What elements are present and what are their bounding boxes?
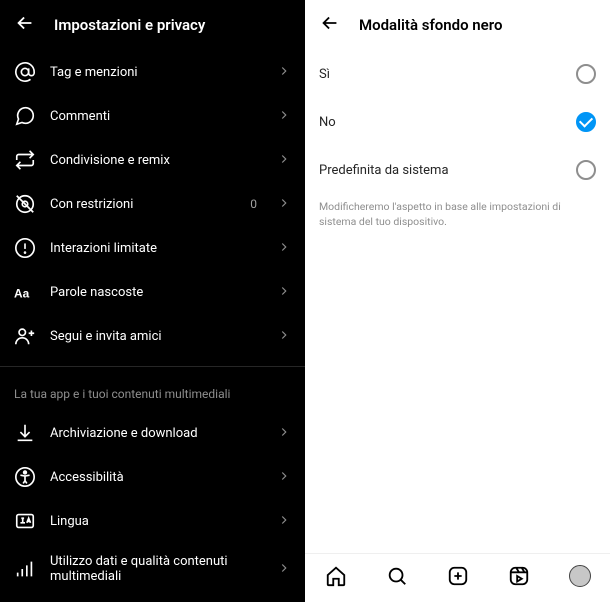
hint-text: Modificheremo l'aspetto in base alle imp…: [319, 194, 596, 235]
option-yes[interactable]: Sì: [319, 50, 596, 98]
option-system[interactable]: Predefinita da sistema: [319, 146, 596, 194]
chevron-right-icon: [277, 63, 291, 82]
menu-item-restricted[interactable]: Con restrizioni 0: [0, 182, 305, 226]
limited-icon: [14, 237, 36, 259]
comment-icon: [14, 105, 36, 127]
radio-icon: [576, 160, 596, 180]
menu-label: Con restrizioni: [50, 197, 236, 212]
count-badge: 0: [250, 197, 257, 211]
remix-icon: [14, 149, 36, 171]
menu-item-tags[interactable]: Tag e menzioni: [0, 50, 305, 94]
chevron-right-icon: [277, 424, 291, 443]
menu-label: Condivisione e remix: [50, 153, 263, 168]
chevron-right-icon: [277, 512, 291, 531]
menu-item-language[interactable]: Lingua: [0, 499, 305, 543]
menu-label: Archiviazione e download: [50, 426, 263, 441]
chevron-right-icon: [277, 468, 291, 487]
menu-item-sharing[interactable]: Condivisione e remix: [0, 138, 305, 182]
dark-mode-title: Modalità sfondo nero: [359, 16, 502, 34]
download-icon: [14, 422, 36, 444]
chevron-right-icon: [277, 283, 291, 302]
menu-item-hidden-words[interactable]: Aa Parole nascoste: [0, 270, 305, 314]
hidden-words-icon: Aa: [14, 281, 36, 303]
menu-label: Tag e menzioni: [50, 65, 263, 80]
back-arrow-icon[interactable]: [319, 12, 341, 38]
svg-text:Aa: Aa: [14, 287, 30, 301]
section-header-app: La tua app e i tuoi contenuti multimedia…: [0, 366, 305, 411]
menu-item-data-usage[interactable]: Utilizzo dati e qualità contenuti multim…: [0, 543, 305, 595]
menu-label: Lingua: [50, 514, 263, 529]
settings-panel: Impostazioni e privacy Tag e menzioni Co…: [0, 0, 305, 602]
menu-item-follow-invite[interactable]: Segui e invita amici: [0, 314, 305, 358]
menu-label: Interazioni limitate: [50, 241, 263, 256]
menu-label: Commenti: [50, 109, 263, 124]
avatar-icon: [569, 565, 591, 587]
data-usage-icon: [14, 558, 36, 580]
menu-label: Accessibilità: [50, 470, 263, 485]
radio-selected-icon: [576, 112, 596, 132]
chevron-right-icon: [277, 107, 291, 126]
menu-label: Parole nascoste: [50, 285, 263, 300]
mention-icon: [14, 61, 36, 83]
dark-mode-panel: Modalità sfondo nero Sì No Predefinita d…: [305, 0, 610, 602]
options-list: Sì No Predefinita da sistema Modifichere…: [305, 50, 610, 553]
option-label: No: [319, 115, 336, 130]
home-icon[interactable]: [324, 564, 348, 588]
chevron-right-icon: [277, 560, 291, 579]
menu-item-accessibility[interactable]: Accessibilità: [0, 455, 305, 499]
chevron-right-icon: [277, 327, 291, 346]
menu-item-website-auth[interactable]: Autorizzazioni del sito web: [0, 595, 305, 602]
right-header: Modalità sfondo nero: [305, 0, 610, 50]
menu-item-comments[interactable]: Commenti: [0, 94, 305, 138]
bottom-nav: [305, 553, 610, 602]
reels-icon[interactable]: [507, 564, 531, 588]
search-icon[interactable]: [385, 564, 409, 588]
accessibility-icon: [14, 466, 36, 488]
left-header: Impostazioni e privacy: [0, 0, 305, 50]
new-post-icon[interactable]: [446, 564, 470, 588]
follow-invite-icon: [14, 325, 36, 347]
menu-item-limited[interactable]: Interazioni limitate: [0, 226, 305, 270]
menu-label: Segui e invita amici: [50, 329, 263, 344]
language-icon: [14, 510, 36, 532]
settings-title: Impostazioni e privacy: [54, 16, 205, 34]
back-arrow-icon[interactable]: [14, 12, 36, 38]
chevron-right-icon: [277, 195, 291, 214]
option-label: Predefinita da sistema: [319, 163, 449, 178]
chevron-right-icon: [277, 239, 291, 258]
option-label: Sì: [319, 67, 330, 82]
menu-label: Utilizzo dati e qualità contenuti multim…: [50, 554, 263, 584]
profile-avatar[interactable]: [568, 564, 592, 588]
option-no[interactable]: No: [319, 98, 596, 146]
chevron-right-icon: [277, 151, 291, 170]
restricted-icon: [14, 193, 36, 215]
radio-icon: [576, 64, 596, 84]
menu-item-archive[interactable]: Archiviazione e download: [0, 411, 305, 455]
